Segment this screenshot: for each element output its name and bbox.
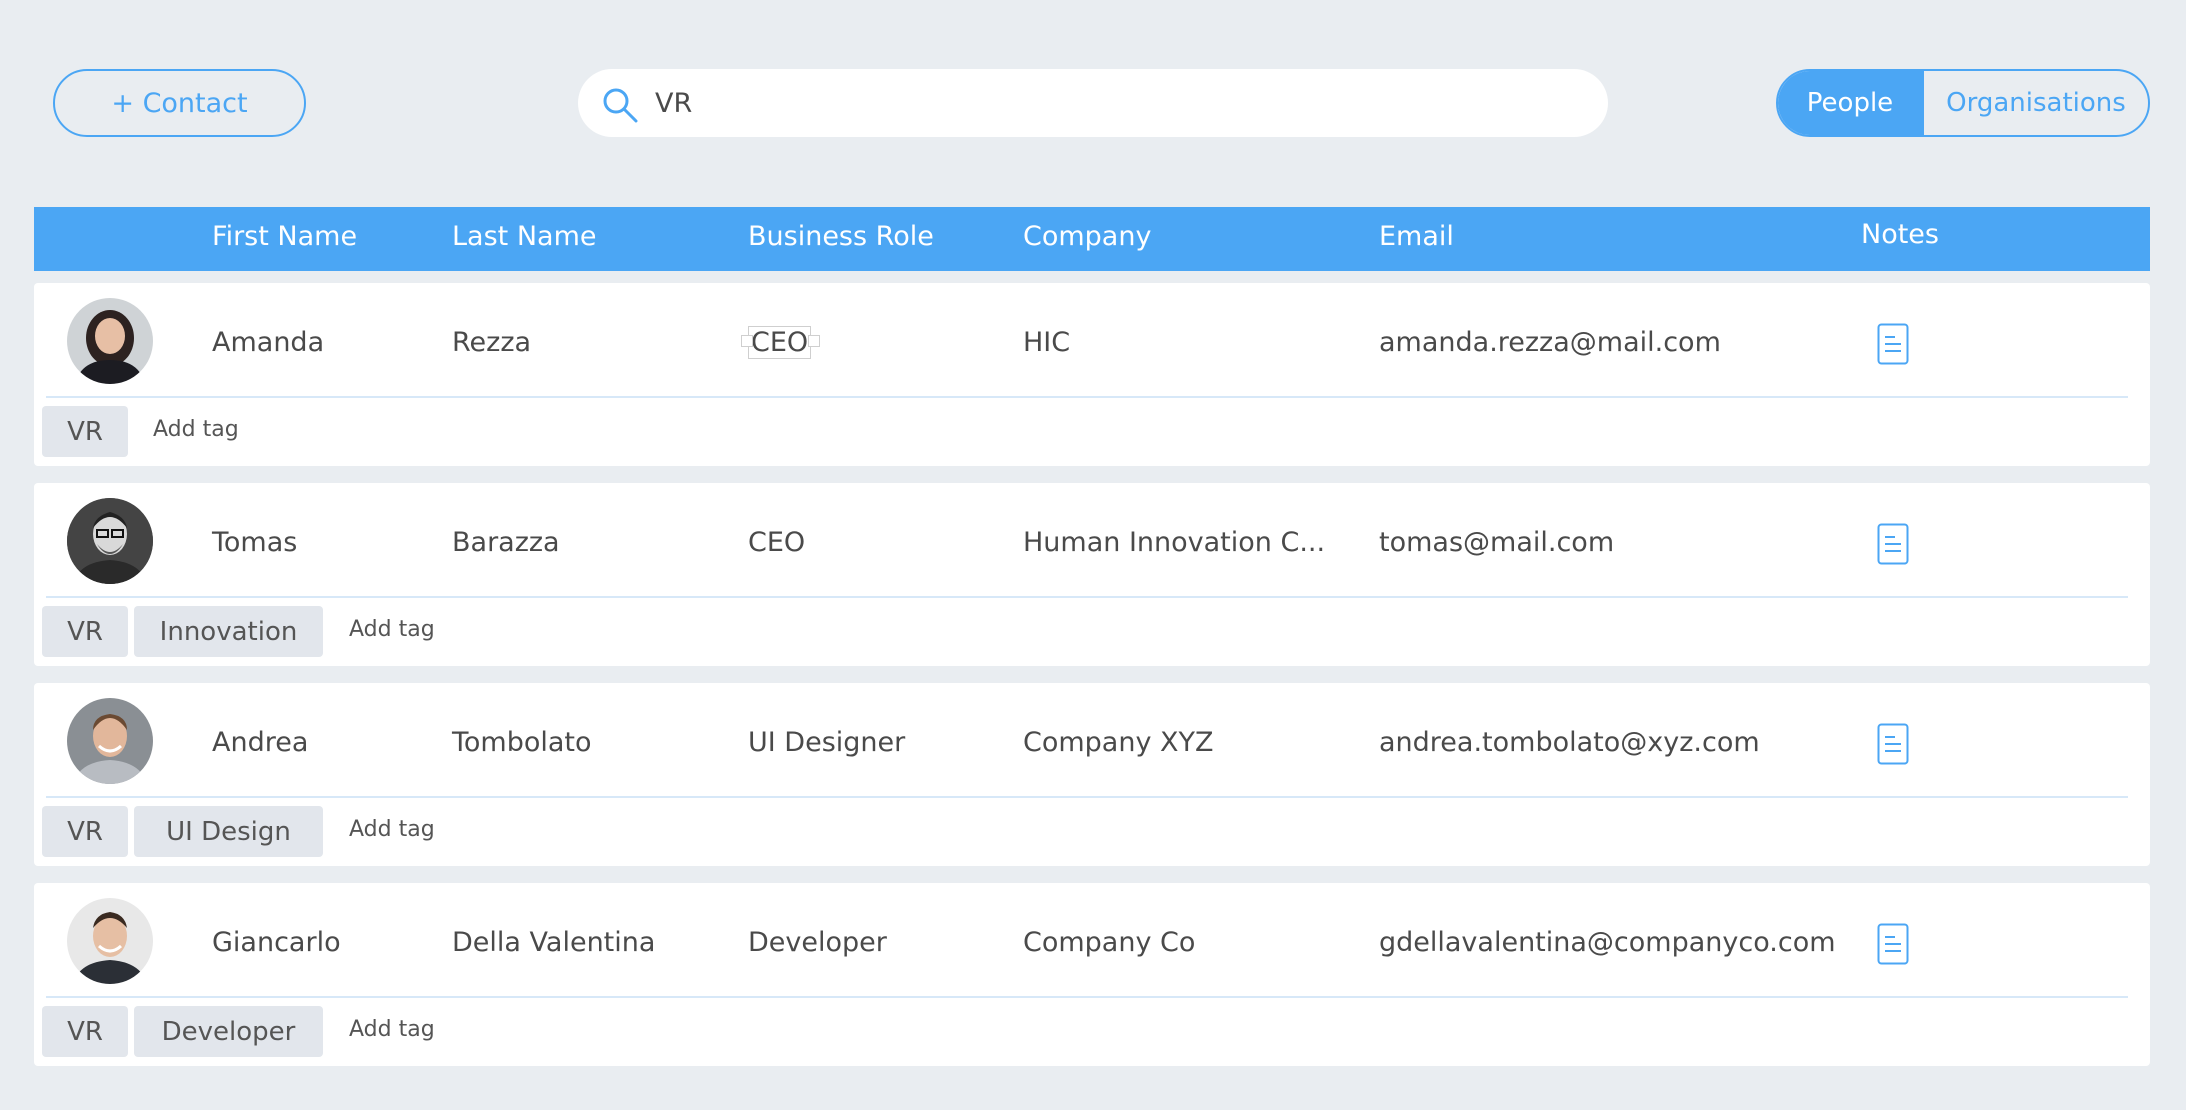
add-tag-button[interactable]: Add tag [349,617,435,642]
cell-email[interactable]: andrea.tombolato@xyz.com [1379,727,1760,758]
tag[interactable]: VR [42,406,128,457]
avatar [67,898,153,984]
header-first-name[interactable]: First Name [212,221,357,252]
add-tag-button[interactable]: Add tag [349,1017,435,1042]
cell-first-name: Andrea [212,727,309,758]
add-tag-button[interactable]: Add tag [153,417,239,442]
tag[interactable]: VR [42,806,128,857]
cell-last-name: Tombolato [452,727,592,758]
tag[interactable]: VR [42,1006,128,1057]
cell-email[interactable]: tomas@mail.com [1379,527,1614,558]
cell-company: Company Co [1023,927,1196,958]
toggle-people[interactable]: People [1778,71,1922,135]
cell-business-role: CEO [748,527,806,558]
table-row[interactable]: Tomas Barazza CEO Human Innovation C... … [34,483,2150,666]
header-notes[interactable]: Notes [1861,219,1939,250]
cell-first-name: Amanda [212,327,325,358]
row-divider [46,596,2128,598]
avatar [67,698,153,784]
header-business-role[interactable]: Business Role [748,221,934,252]
header-last-name[interactable]: Last Name [452,221,596,252]
cell-business-role: Developer [748,927,887,958]
document-icon[interactable] [1877,923,1909,965]
row-divider [46,796,2128,798]
avatar [67,498,153,584]
tag[interactable]: VR [42,606,128,657]
document-icon[interactable] [1877,323,1909,365]
document-icon[interactable] [1877,523,1909,565]
toggle-organisations[interactable]: Organisations [1922,71,2148,135]
search-bar[interactable] [578,69,1608,137]
add-tag-button[interactable]: Add tag [349,817,435,842]
document-icon[interactable] [1877,723,1909,765]
table-row[interactable]: Amanda Rezza CEO HIC amanda.rezza@mail.c… [34,283,2150,466]
add-contact-button[interactable]: + Contact [53,69,306,137]
tag[interactable]: Innovation [134,606,323,657]
business-role-editor[interactable]: CEO [748,326,812,359]
people-organisations-toggle: People Organisations [1776,69,2150,137]
search-icon [603,88,638,123]
row-divider [46,996,2128,998]
cell-last-name: Rezza [452,327,532,358]
cell-business-role[interactable]: CEO [748,326,812,359]
cell-company: Company XYZ [1023,727,1214,758]
cell-company: HIC [1023,327,1071,358]
cell-last-name: Della Valentina [452,927,656,958]
cell-email[interactable]: amanda.rezza@mail.com [1379,327,1721,358]
row-divider [46,396,2128,398]
cell-first-name: Giancarlo [212,927,341,958]
header-email[interactable]: Email [1379,221,1454,252]
cell-first-name: Tomas [212,527,298,558]
search-input[interactable] [655,79,1555,127]
header-company[interactable]: Company [1023,221,1151,252]
table-row[interactable]: Giancarlo Della Valentina Developer Comp… [34,883,2150,1066]
cell-last-name: Barazza [452,527,560,558]
tag[interactable]: Developer [134,1006,323,1057]
cell-business-role: UI Designer [748,727,906,758]
tag[interactable]: UI Design [134,806,323,857]
table-row[interactable]: Andrea Tombolato UI Designer Company XYZ… [34,683,2150,866]
cell-company: Human Innovation C... [1023,527,1326,558]
cell-email[interactable]: gdellavalentina@companyco.com [1379,927,1836,958]
table-header: First Name Last Name Business Role Compa… [34,207,2150,271]
avatar [67,298,153,384]
